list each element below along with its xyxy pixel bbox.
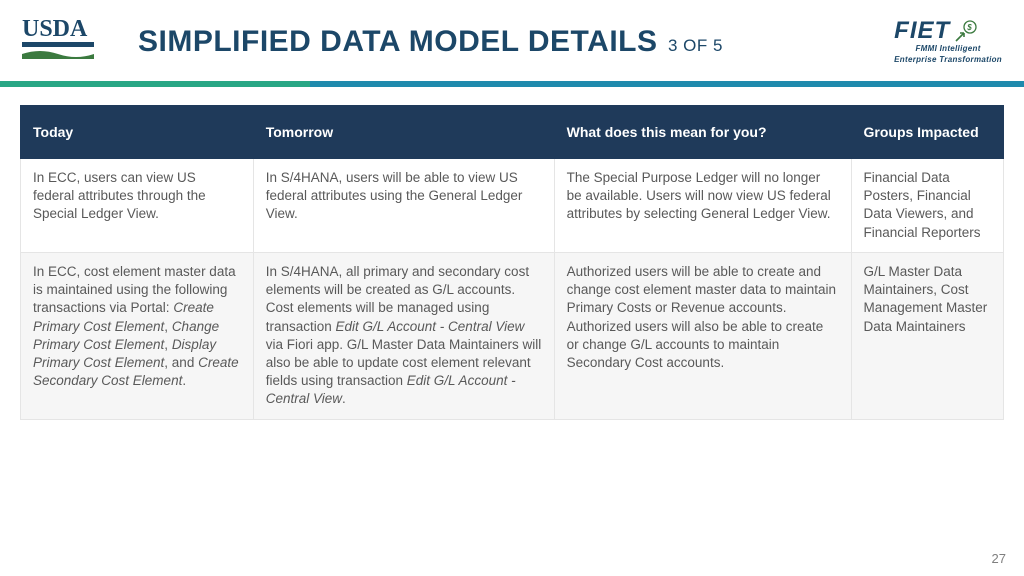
- header-meaning: What does this mean for you?: [554, 106, 851, 159]
- slide-title: SIMPLIFIED DATA MODEL DETAILS: [138, 25, 658, 58]
- header-groups: Groups Impacted: [851, 106, 1004, 159]
- cell-meaning: The Special Purpose Ledger will no longe…: [554, 159, 851, 253]
- page-number: 27: [992, 551, 1006, 566]
- svg-text:$: $: [966, 23, 972, 32]
- fiet-logo: FIET $ FMMI Intelligent Enterprise Trans…: [894, 19, 1002, 64]
- svg-text:USDA: USDA: [22, 16, 88, 42]
- fiet-logo-label: FIET: [894, 19, 950, 43]
- arrow-dollar-icon: $: [954, 19, 978, 43]
- cell-meaning: Authorized users will be able to create …: [554, 252, 851, 419]
- cell-today: In ECC, cost element master data is main…: [21, 252, 254, 419]
- cell-tomorrow: In S/4HANA, all primary and secondary co…: [253, 252, 554, 419]
- cell-groups: G/L Master Data Maintainers, Cost Manage…: [851, 252, 1004, 419]
- details-table: Today Tomorrow What does this mean for y…: [20, 105, 1004, 420]
- cell-today: In ECC, users can view US federal attrib…: [21, 159, 254, 253]
- fiet-logo-sub1: FMMI Intelligent: [894, 44, 1002, 54]
- usda-logo: USDA: [22, 14, 104, 69]
- cell-tomorrow: In S/4HANA, users will be able to view U…: [253, 159, 554, 253]
- fiet-logo-sub2: Enterprise Transformation: [894, 55, 1002, 65]
- accent-bar: [0, 81, 1024, 87]
- slide-title-counter: 3 OF 5: [668, 36, 723, 55]
- table-row: In ECC, users can view US federal attrib…: [21, 159, 1004, 253]
- cell-groups: Financial Data Posters, Financial Data V…: [851, 159, 1004, 253]
- header-tomorrow: Tomorrow: [253, 106, 554, 159]
- content-area: Today Tomorrow What does this mean for y…: [0, 87, 1024, 420]
- slide-title-wrap: SIMPLIFIED DATA MODEL DETAILS 3 OF 5: [120, 25, 878, 59]
- table-header-row: Today Tomorrow What does this mean for y…: [21, 106, 1004, 159]
- table-row: In ECC, cost element master data is main…: [21, 252, 1004, 419]
- header-today: Today: [21, 106, 254, 159]
- slide-header: USDA SIMPLIFIED DATA MODEL DETAILS 3 OF …: [0, 0, 1024, 77]
